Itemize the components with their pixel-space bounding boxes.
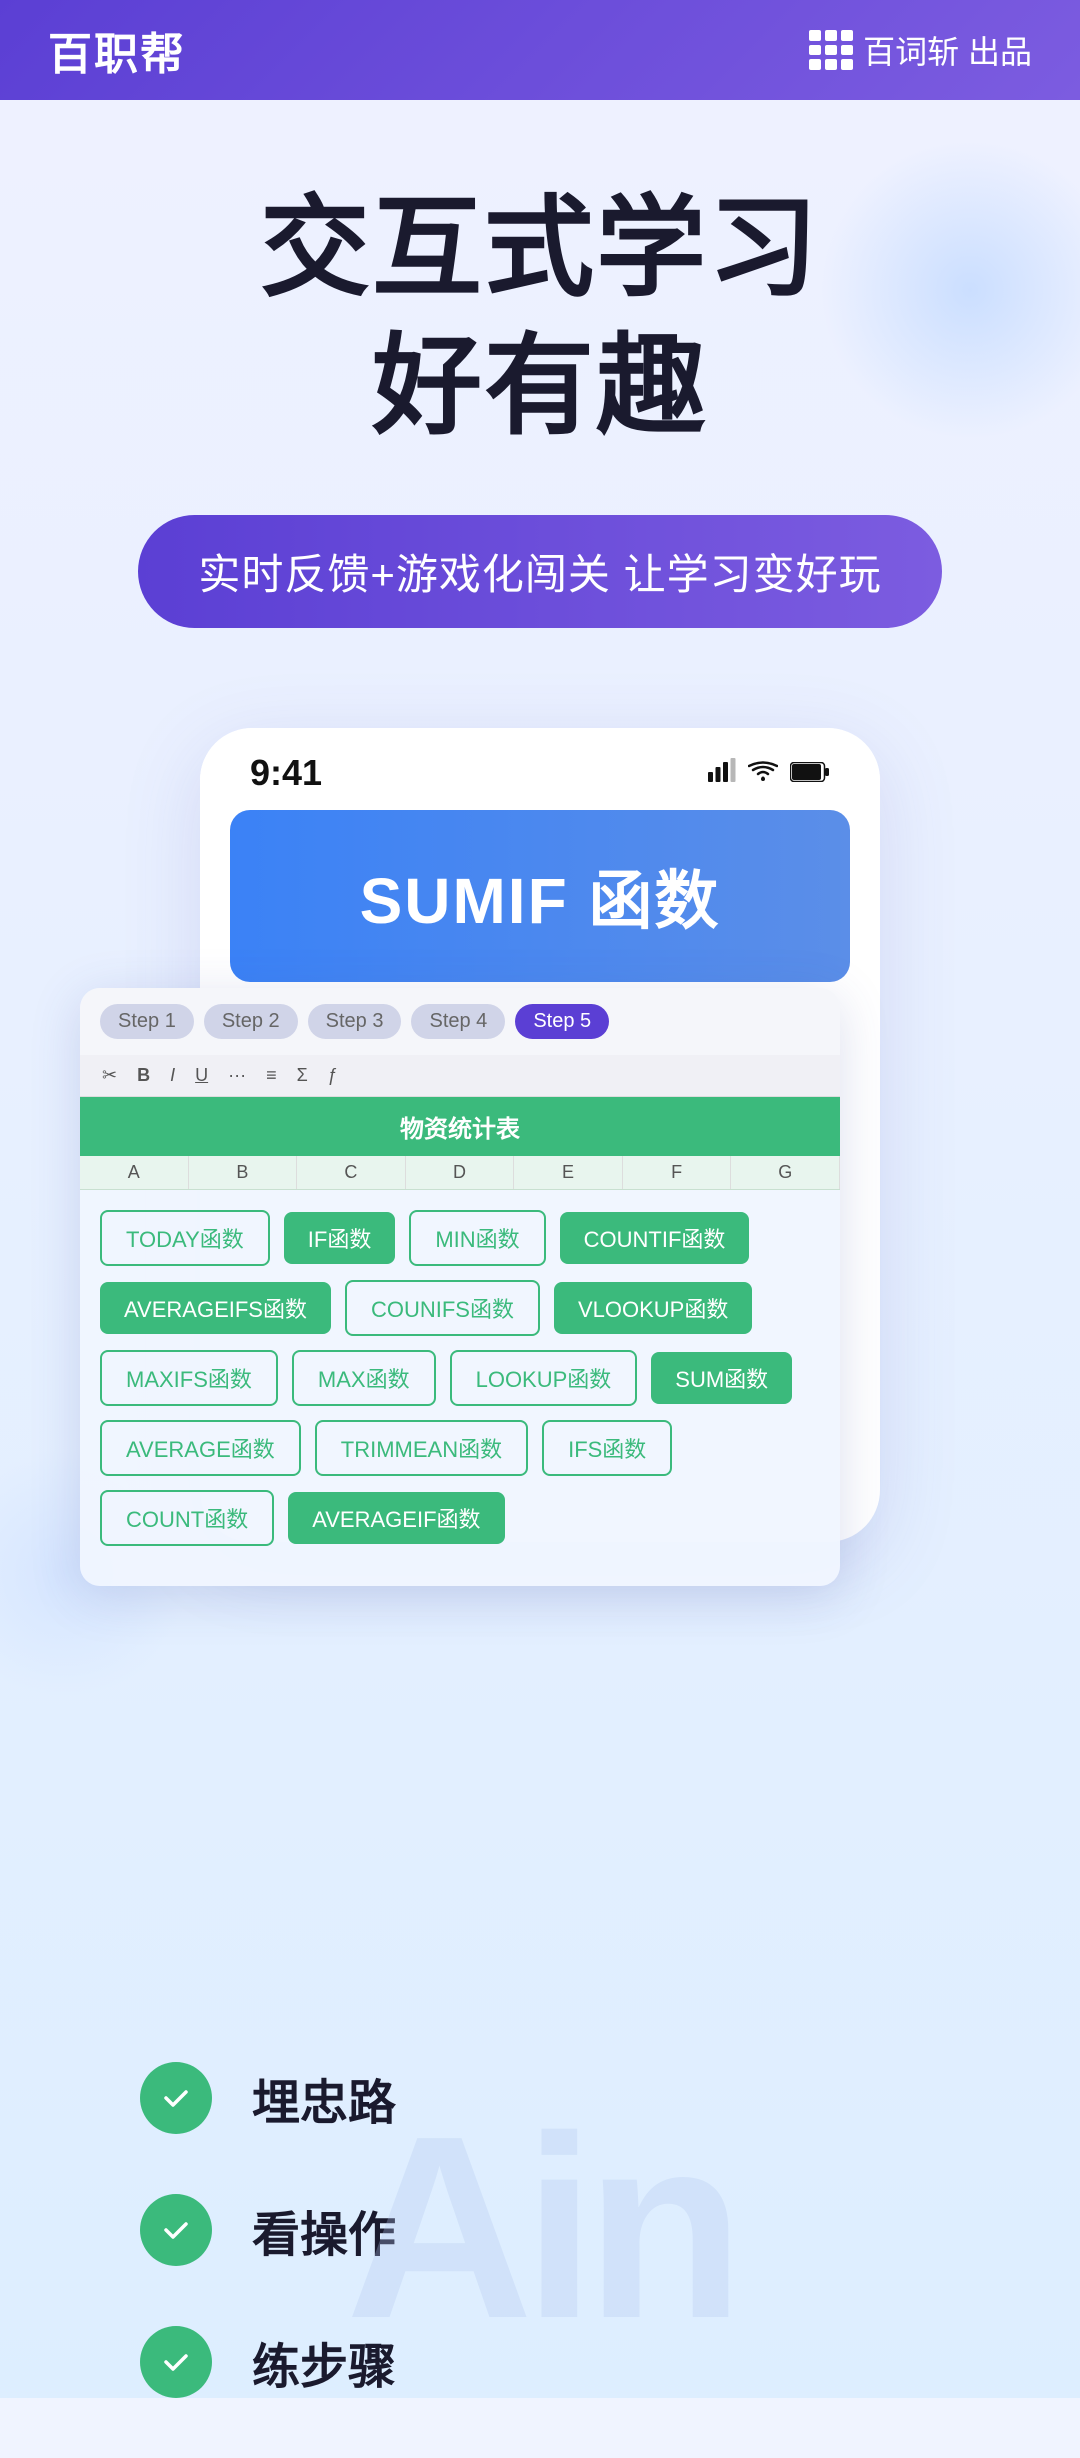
func-tag-max[interactable]: MAX函数 xyxy=(292,1350,436,1406)
func-tag-averageifs[interactable]: AVERAGEIFS函数 xyxy=(100,1282,331,1334)
excel-header-row: A B C D E F G xyxy=(80,1156,840,1190)
step-label-3: 练步骤 xyxy=(252,2327,396,2397)
battery-icon xyxy=(790,757,830,789)
step-item-1: 埋忠路 xyxy=(140,2062,940,2134)
step-label-2: 看操作 xyxy=(252,2195,396,2265)
func-tag-ifs[interactable]: IFS函数 xyxy=(542,1420,672,1476)
step-tab-2[interactable]: Step 2 xyxy=(204,1004,298,1039)
step-label-1: 埋忠路 xyxy=(252,2063,396,2133)
hero-title: 交互式学习 好有趣 xyxy=(60,180,1020,455)
col-b: B xyxy=(189,1156,298,1189)
phone-area: Step 1 Step 2 Step 3 Step 4 Step 5 ✂ B I… xyxy=(60,728,1020,1542)
excel-overlay-card: Step 1 Step 2 Step 3 Step 4 Step 5 ✂ B I… xyxy=(80,988,840,1586)
step-tab-1[interactable]: Step 1 xyxy=(100,1004,194,1039)
func-tag-lookup[interactable]: LOOKUP函数 xyxy=(450,1350,638,1406)
app-logo: 百职帮 xyxy=(48,18,186,82)
func-tag-counifs[interactable]: COUNIFS函数 xyxy=(345,1280,540,1336)
col-f: F xyxy=(623,1156,732,1189)
func-tag-count[interactable]: COUNT函数 xyxy=(100,1490,274,1546)
func-tag-countif[interactable]: COUNTIF函数 xyxy=(560,1212,750,1264)
status-icons xyxy=(708,757,830,789)
col-a: A xyxy=(80,1156,189,1189)
toolbar-more[interactable]: ··· xyxy=(222,1063,252,1088)
brand-icon xyxy=(809,30,853,70)
func-tags-cloud: TODAY函数 IF函数 MIN函数 COUNTIF函数 AVERAGEIFS函… xyxy=(80,1190,840,1556)
func-tag-trimmean[interactable]: TRIMMEAN函数 xyxy=(315,1420,528,1476)
col-c: C xyxy=(297,1156,406,1189)
toolbar-align[interactable]: ≡ xyxy=(260,1063,283,1088)
func-tag-average[interactable]: AVERAGE函数 xyxy=(100,1420,301,1476)
step-tab-4[interactable]: Step 4 xyxy=(411,1004,505,1039)
brand-label: 百词斩 出品 xyxy=(863,27,1032,73)
func-tag-averageif[interactable]: AVERAGEIF函数 xyxy=(288,1492,504,1544)
step-check-2 xyxy=(140,2194,212,2266)
step-tabs-row: Step 1 Step 2 Step 3 Step 4 Step 5 xyxy=(80,988,840,1055)
func-tag-if[interactable]: IF函数 xyxy=(284,1212,396,1264)
sumif-banner: SUMIF 函数 xyxy=(230,810,850,982)
func-tag-sum[interactable]: SUM函数 xyxy=(651,1352,792,1404)
wifi-icon xyxy=(748,757,778,789)
func-tag-min[interactable]: MIN函数 xyxy=(409,1210,545,1266)
func-tag-maxifs[interactable]: MAXIFS函数 xyxy=(100,1350,278,1406)
toolbar-func[interactable]: ƒ xyxy=(322,1063,344,1088)
status-time: 9:41 xyxy=(250,752,322,794)
step-tab-3[interactable]: Step 3 xyxy=(308,1004,402,1039)
step-item-2: 看操作 xyxy=(140,2194,940,2266)
status-bar: 9:41 xyxy=(200,728,880,810)
func-tag-today[interactable]: TODAY函数 xyxy=(100,1210,270,1266)
sheet-title: 物资统计表 xyxy=(80,1097,840,1156)
toolbar-cut[interactable]: ✂ xyxy=(96,1063,123,1088)
func-tag-vlookup[interactable]: VLOOKUP函数 xyxy=(554,1282,752,1334)
col-g: G xyxy=(731,1156,840,1189)
excel-toolbar: ✂ B I U ··· ≡ Σ ƒ xyxy=(80,1055,840,1097)
col-d: D xyxy=(406,1156,515,1189)
hero-section: 交互式学习 好有趣 实时反馈+游戏化闯关 让学习变好玩 Step 1 Step … xyxy=(0,100,1080,2398)
toolbar-underline[interactable]: U xyxy=(189,1063,214,1088)
brand-area: 百词斩 出品 xyxy=(809,27,1032,73)
sumif-text: SUMIF 函数 xyxy=(230,850,850,942)
toolbar-bold[interactable]: B xyxy=(131,1063,156,1088)
step-check-3 xyxy=(140,2326,212,2398)
steps-list: 埋忠路 看操作 练步骤 xyxy=(60,2062,1020,2398)
step-item-3: 练步骤 xyxy=(140,2326,940,2398)
toolbar-italic[interactable]: I xyxy=(164,1063,181,1088)
step-tab-5[interactable]: Step 5 xyxy=(515,1004,609,1039)
toolbar-sum[interactable]: Σ xyxy=(291,1063,314,1088)
col-e: E xyxy=(514,1156,623,1189)
step-check-1 xyxy=(140,2062,212,2134)
signal-icon xyxy=(708,757,736,789)
app-header: 百职帮 百词斩 出品 xyxy=(0,0,1080,100)
hero-badge: 实时反馈+游戏化闯关 让学习变好玩 xyxy=(138,515,941,628)
